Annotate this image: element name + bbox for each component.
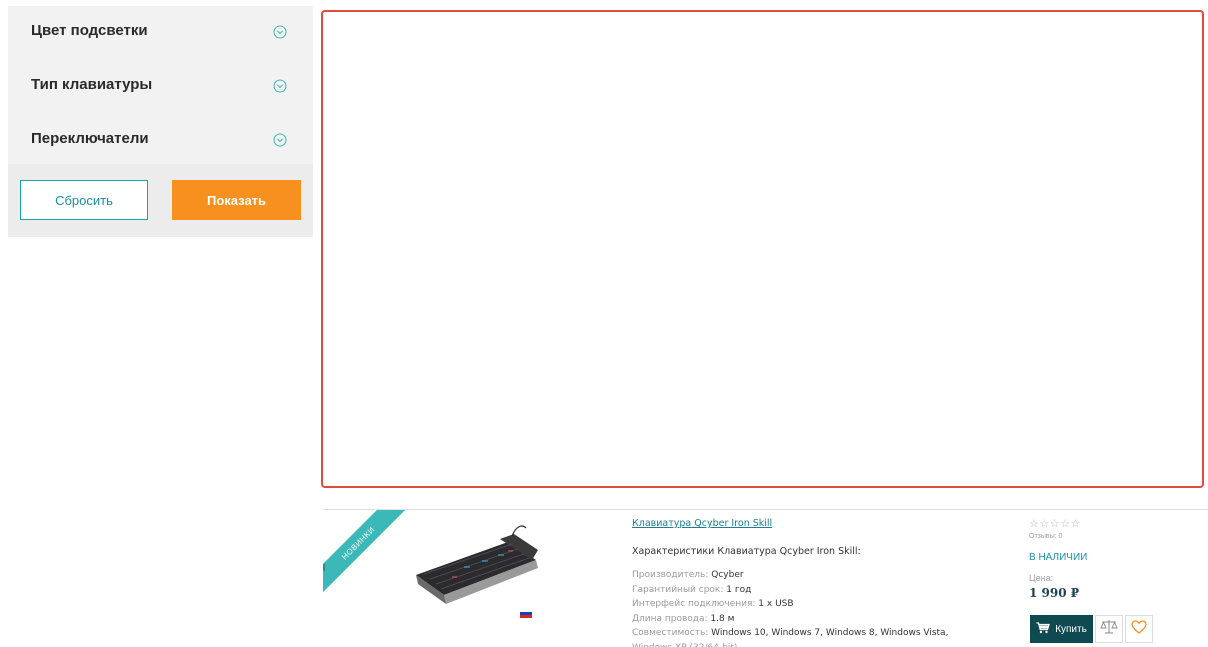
spec-key: Гарантийный срок:	[632, 585, 723, 595]
spec-row: Производитель: Qcyber	[632, 568, 948, 583]
filter-label: Переключатели	[31, 130, 149, 147]
spec-row: Гарантийный срок: 1 год	[632, 583, 948, 598]
spec-key: Интерфейс подключения:	[632, 599, 755, 609]
spec-key: Производитель:	[632, 570, 708, 580]
flag-icon	[520, 609, 532, 618]
filter-keyboard-type[interactable]: Тип клавиатуры	[8, 60, 313, 112]
buy-button[interactable]: Купить	[1030, 615, 1093, 643]
new-badge-label: НОВИНКИ	[323, 510, 411, 596]
spec-row: Совместимость: Windows 10, Windows 7, Wi…	[632, 626, 948, 641]
wishlist-button[interactable]	[1125, 615, 1153, 643]
heart-icon	[1131, 620, 1147, 639]
filter-list: Цвет подсветки Тип клавиатуры Переключат…	[8, 6, 313, 164]
chevron-down-icon[interactable]	[273, 133, 287, 147]
scales-icon	[1100, 619, 1118, 640]
buy-button-label: Купить	[1055, 624, 1087, 635]
filter-backlight-color[interactable]: Цвет подсветки	[8, 6, 313, 58]
price-label: Цена:	[1029, 573, 1053, 583]
cart-icon	[1036, 622, 1050, 637]
spec-value: Windows 10, Windows 7, Windows 8, Window…	[711, 628, 948, 638]
filter-label: Тип клавиатуры	[31, 76, 152, 93]
spec-value: 1 x USB	[758, 599, 793, 609]
spec-row: Интерфейс подключения: 1 x USB	[632, 597, 948, 612]
spec-row: Длина провода: 1.8 м	[632, 612, 948, 627]
content-frame	[321, 10, 1204, 488]
filter-label: Цвет подсветки	[31, 22, 148, 39]
reviews-count[interactable]: Отзывы: 0	[1029, 533, 1062, 540]
filter-sidebar: Цвет подсветки Тип клавиатуры Переключат…	[8, 6, 313, 237]
product-card: НОВИНКИ	[323, 509, 1208, 647]
spec-key: Windows XP (32/64-bit)	[632, 643, 737, 647]
spec-value: 1 год	[726, 585, 751, 595]
filter-switches[interactable]: Переключатели	[8, 114, 313, 166]
spec-value: 1.8 м	[710, 614, 734, 624]
compare-button[interactable]	[1095, 615, 1123, 643]
reset-button[interactable]: Сбросить	[20, 180, 148, 220]
chevron-down-icon[interactable]	[273, 79, 287, 93]
product-subtitle: Характеристики Клавиатура Qcyber Iron Sk…	[632, 546, 861, 557]
ribbon-fold	[323, 564, 325, 572]
rating-stars[interactable]: ☆☆☆☆☆	[1029, 517, 1081, 530]
show-button[interactable]: Показать	[172, 180, 301, 220]
product-title-link[interactable]: Клавиатура Qcyber Iron Skill	[632, 518, 772, 529]
spec-row: Windows XP (32/64-bit)	[632, 641, 948, 647]
stock-status: В НАЛИЧИИ	[1029, 552, 1087, 563]
spec-value: Qcyber	[711, 570, 743, 580]
spec-key: Совместимость:	[632, 628, 708, 638]
chevron-down-icon[interactable]	[273, 25, 287, 39]
product-specs: Производитель: Qcyber Гарантийный срок: …	[632, 568, 948, 647]
price-value: 1 990 ₽	[1029, 586, 1079, 600]
spec-key: Длина провода:	[632, 614, 708, 624]
